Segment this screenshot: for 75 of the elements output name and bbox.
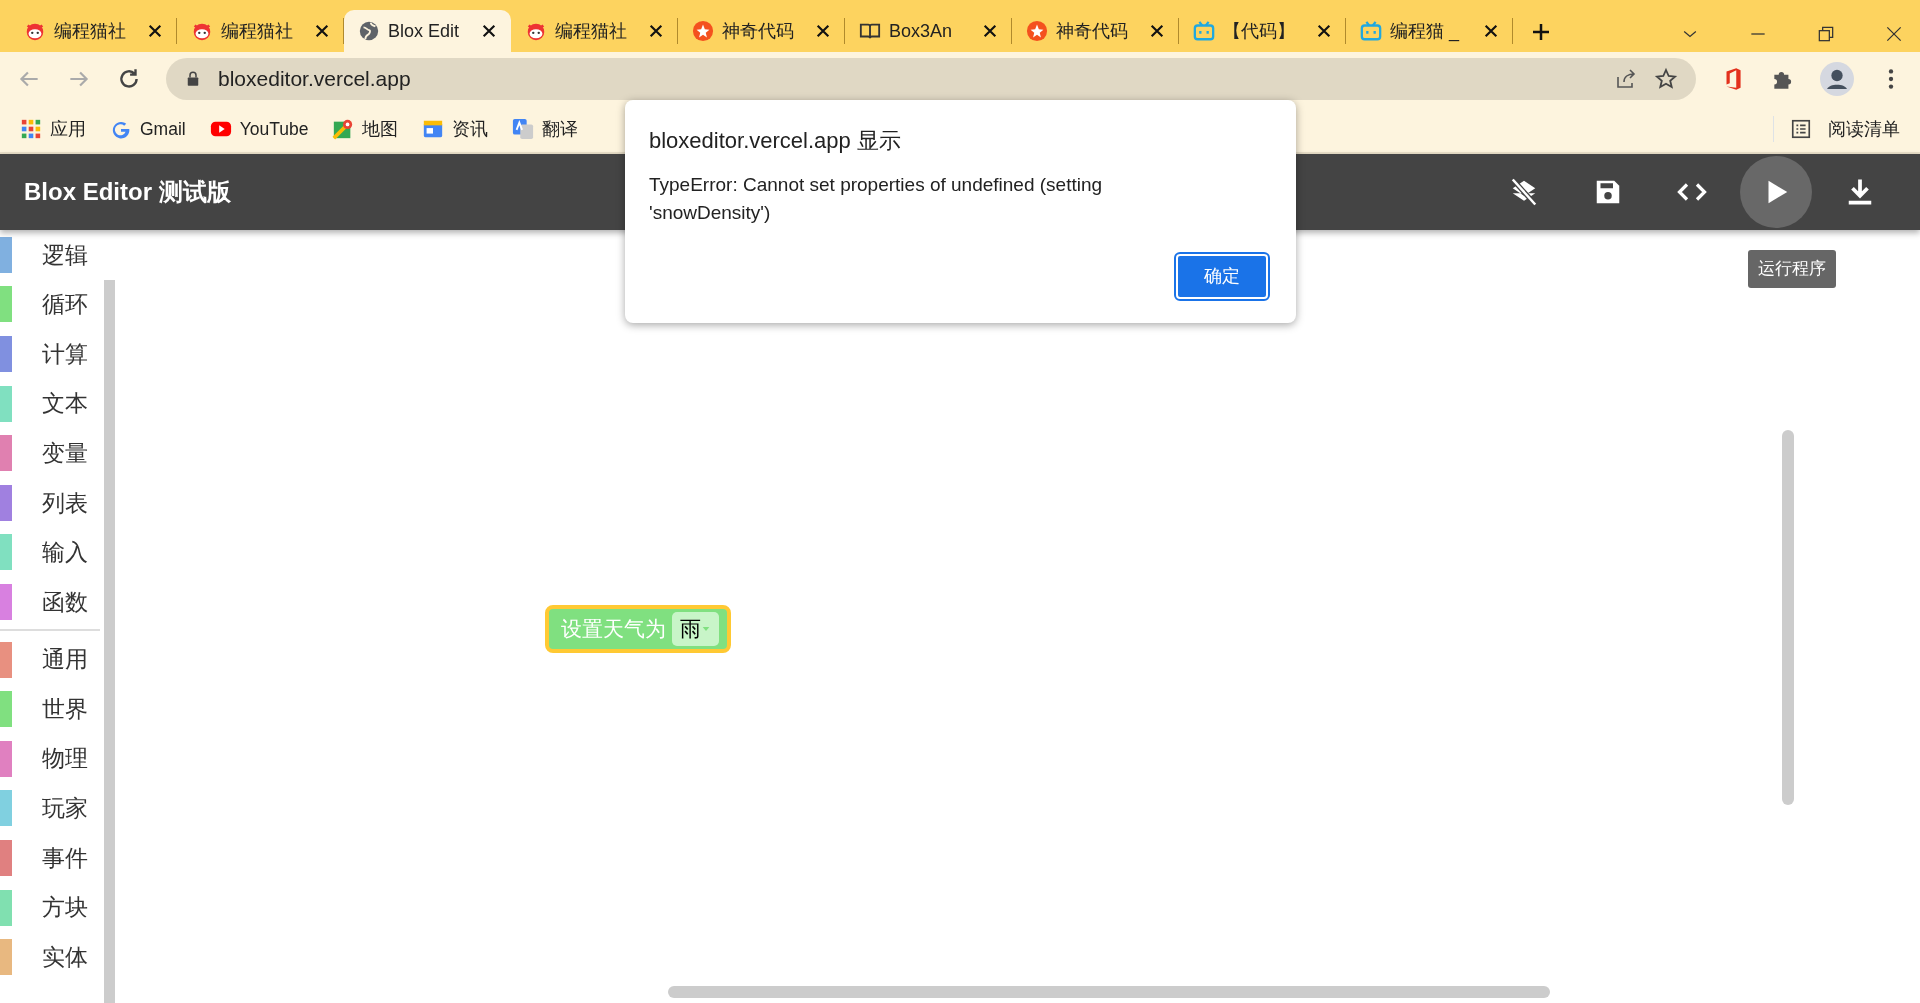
translate-icon — [512, 118, 535, 140]
restore-icon[interactable] — [1816, 24, 1836, 44]
close-icon[interactable] — [1316, 23, 1332, 39]
close-icon[interactable] — [147, 23, 163, 39]
list-icon — [1790, 118, 1812, 140]
bookmark-link[interactable]: 资讯 — [422, 115, 489, 143]
browser-tab[interactable]: 神奇代码 — [1012, 10, 1179, 52]
tab-title: 神奇代码 — [1056, 19, 1129, 43]
tab-title: Box3An — [889, 19, 954, 43]
scrollbar[interactable] — [1782, 430, 1794, 805]
layers-off-icon — [1509, 177, 1539, 207]
tab-title: 编程猫社 — [54, 19, 127, 43]
category-label[interactable]: 文本 — [42, 386, 88, 421]
bookmark-link[interactable]: 地图 — [332, 115, 399, 143]
ok-button[interactable]: 确定 — [1176, 254, 1268, 299]
tv-icon — [1360, 20, 1382, 42]
dialog-title: bloxeditor.vercel.app 显示 — [649, 127, 902, 155]
globe-icon — [358, 20, 380, 42]
close-icon[interactable] — [982, 23, 998, 39]
close-icon[interactable] — [1483, 23, 1499, 39]
category-label[interactable]: 变量 — [42, 435, 88, 471]
close-icon[interactable] — [1149, 23, 1165, 39]
browser-tab[interactable]: 编程猫社 — [511, 10, 678, 52]
tab-title: 神奇代码 — [722, 19, 795, 43]
category-label[interactable]: 列表 — [42, 485, 88, 520]
app-title: Blox Editor 测试版 — [24, 177, 231, 207]
category-label[interactable]: 物理 — [42, 741, 88, 776]
tv-icon — [1193, 20, 1215, 42]
browser-tab[interactable]: 【代码】 — [1179, 10, 1346, 52]
category-label[interactable]: 循环 — [42, 287, 88, 322]
category-label[interactable]: 世界 — [42, 691, 88, 727]
address-bar[interactable]: bloxeditor.vercel.app — [166, 58, 1696, 100]
bookmark-link[interactable]: YouTube — [209, 115, 309, 143]
bookmark-link[interactable]: Gmail — [110, 115, 186, 143]
category-label[interactable]: 输入 — [42, 535, 88, 570]
tab-title: 编程猫社 — [221, 19, 294, 43]
browser-tab[interactable]: 编程猫社 — [177, 10, 344, 52]
category-label[interactable]: 计算 — [42, 336, 88, 372]
category-label[interactable]: 方块 — [42, 890, 88, 925]
apps-icon — [20, 118, 42, 140]
close-icon[interactable] — [648, 23, 664, 39]
tab-title: 编程猫 _ — [1390, 19, 1461, 44]
close-icon[interactable] — [815, 23, 831, 39]
browser-tab[interactable]: Box3An — [845, 10, 1012, 52]
bookmark-link[interactable]: 应用 — [20, 115, 86, 143]
scrollbar[interactable] — [104, 280, 115, 1003]
category-label[interactable]: 函数 — [42, 584, 88, 620]
code-block[interactable]: 设置天气为 雨 — [545, 605, 731, 653]
tab-title: 【代码】 — [1223, 19, 1296, 43]
star-icon[interactable] — [1654, 67, 1678, 91]
category-label[interactable]: 逻辑 — [42, 237, 88, 273]
browser-tab[interactable]: Blox Edit — [344, 10, 511, 52]
browser-tab[interactable]: 编程猫 _ — [1346, 10, 1513, 52]
reading-list-button[interactable]: 阅读清单 — [1773, 115, 1900, 143]
scrollbar[interactable] — [668, 986, 1550, 998]
bookmark-link[interactable]: 翻译 — [512, 115, 579, 143]
news-icon — [422, 118, 445, 140]
close-icon[interactable] — [1884, 24, 1904, 44]
dialog-message: TypeError: Cannot set properties of undefined (setting 'snowDensity') — [649, 173, 1104, 225]
category-label[interactable]: 通用 — [42, 642, 88, 677]
tab-title: Blox Edit — [388, 19, 461, 43]
browser-tab[interactable]: 编程猫社 — [10, 10, 177, 52]
close-icon[interactable] — [481, 23, 497, 39]
block-dropdown[interactable]: 雨 — [672, 612, 719, 646]
browser-tab[interactable]: 神奇代码 — [678, 10, 845, 52]
share-icon[interactable] — [1614, 67, 1638, 91]
tooltip: 运行程序 — [1748, 250, 1836, 288]
avatar-icon[interactable] — [1820, 62, 1854, 96]
close-icon[interactable] — [314, 23, 330, 39]
map-pin-icon — [332, 118, 355, 140]
category-label[interactable]: 玩家 — [42, 791, 88, 826]
tab-title: 编程猫社 — [555, 19, 628, 43]
url-text: bloxeditor.vercel.app — [218, 66, 412, 93]
category-label[interactable]: 事件 — [42, 840, 88, 876]
category-label[interactable]: 实体 — [42, 939, 88, 975]
